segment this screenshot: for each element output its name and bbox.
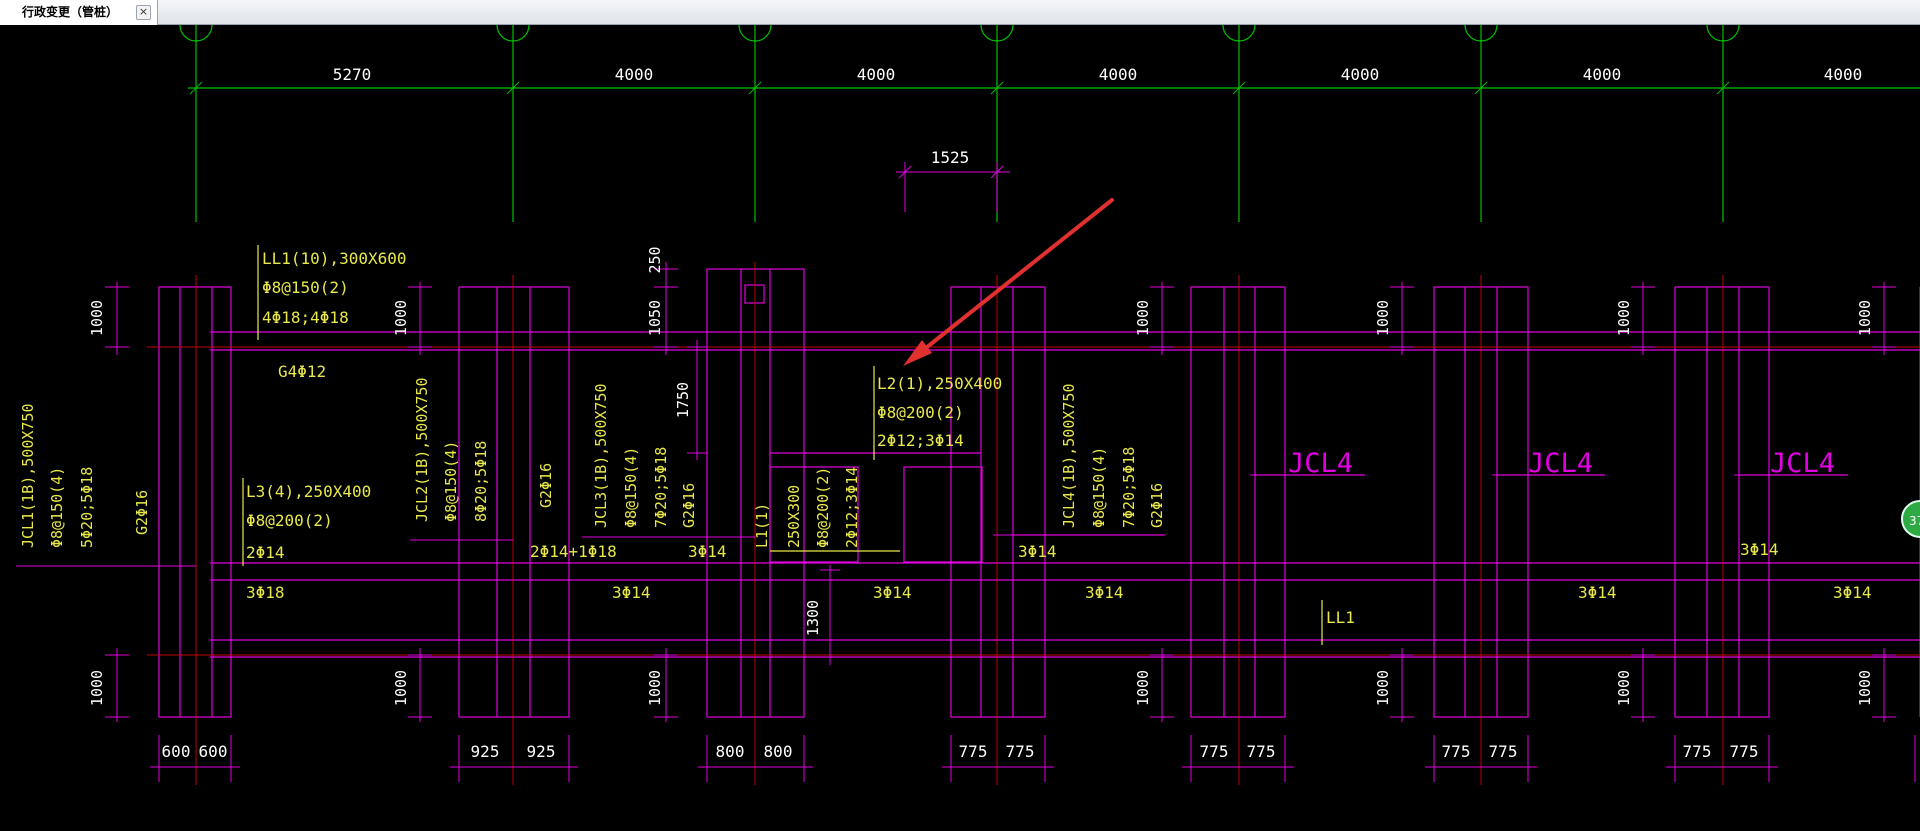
- dim-b-4: 925: [527, 742, 556, 761]
- dim-v-1000-m: 1000: [1856, 670, 1874, 706]
- tab-document[interactable]: 行政变更（管桩） ×: [0, 0, 158, 25]
- bar-3-14-c: 3Φ14: [873, 583, 912, 602]
- bar-3-14-a: 3Φ14: [612, 583, 651, 602]
- dim-v-1000-f: 1000: [1134, 300, 1152, 336]
- l1-section: 250X300: [785, 485, 803, 548]
- jcl3-rebar: 7Φ20;5Φ18: [652, 447, 670, 528]
- g4-label: G4Φ12: [278, 362, 326, 381]
- ll1-section: LL1(10),300X600: [262, 249, 407, 268]
- bar-3-18: 3Φ18: [246, 583, 285, 602]
- jcl4-large-labels: JCL4 JCL4 JCL4: [1288, 448, 1835, 479]
- dim-b-5: 800: [716, 742, 745, 761]
- l1-rebar: 2Φ12;3Φ14: [843, 467, 861, 548]
- dim-1525-line: [896, 162, 1010, 212]
- dim-b-10: 775: [1247, 742, 1276, 761]
- tab-title: 行政变更（管桩）: [22, 5, 119, 19]
- dim-v-1000-g: 1000: [1134, 670, 1152, 706]
- jcl4-rebar: 7Φ20;5Φ18: [1120, 447, 1138, 528]
- dim-1525: 1525: [931, 148, 970, 167]
- dim-top-3: 4000: [857, 65, 896, 84]
- close-icon[interactable]: ×: [136, 5, 151, 20]
- dim-top-6: 4000: [1583, 65, 1622, 84]
- dim-b-12: 775: [1489, 742, 1518, 761]
- jcl3-stirrup: Φ8@150(4): [622, 447, 640, 528]
- top-dimension-labels: 5270 4000 4000 4000 4000 4000 4000: [333, 65, 1863, 84]
- l3-section: L3(4),250X400: [246, 482, 371, 501]
- dim-v-1000-l: 1000: [1856, 300, 1874, 336]
- jcl4-label-3: JCL4: [1770, 448, 1835, 479]
- jcl2-rebar: 8Φ20;5Φ18: [472, 441, 490, 522]
- l3-rebar: 2Φ14: [246, 543, 285, 562]
- dim-v-1000-h: 1000: [1374, 300, 1392, 336]
- dim-top-4: 4000: [1099, 65, 1138, 84]
- dim-b-9: 775: [1200, 742, 1229, 761]
- dim-v-1300: 1300: [804, 600, 822, 636]
- dim-b-7: 775: [959, 742, 988, 761]
- g2-4: G2Φ16: [1148, 483, 1166, 528]
- l3-stirrup: Φ8@200(2): [246, 511, 333, 530]
- bar-2-14-18: 2Φ14+1Φ18: [530, 542, 617, 561]
- bar-3-14-b: 3Φ14: [688, 542, 727, 561]
- l2-rebar: 2Φ12;3Φ14: [877, 431, 964, 450]
- l1-stirrup: Φ8@200(2): [814, 467, 832, 548]
- dim-top-1: 5270: [333, 65, 372, 84]
- dim-v-1750: 1750: [674, 382, 692, 418]
- g2-1: G2Φ16: [133, 490, 151, 535]
- dim-v-1000-a: 1000: [88, 300, 106, 336]
- ll1-rebar: 4Φ18;4Φ18: [262, 308, 349, 327]
- g2-2: G2Φ16: [537, 463, 555, 508]
- axis-lines: [147, 262, 1920, 785]
- dim-b-1: 600: [162, 742, 191, 761]
- bar-3-14-e: 3Φ14: [1085, 583, 1124, 602]
- jcl4-section: JCL4(1B),500X750: [1060, 384, 1078, 529]
- dim-b-8: 775: [1006, 742, 1035, 761]
- jcl4-label-1: JCL4: [1288, 448, 1353, 479]
- bar-3-14-f: 3Φ14: [1578, 583, 1617, 602]
- jcl4-label-2: JCL4: [1528, 448, 1593, 479]
- dim-v-1000-b: 1000: [88, 670, 106, 706]
- dim-v-1000-k: 1000: [1615, 670, 1633, 706]
- g2-3: G2Φ16: [680, 483, 698, 528]
- dim-v-1000-j: 1000: [1615, 300, 1633, 336]
- dim-b-13: 775: [1683, 742, 1712, 761]
- dim-b-6: 800: [764, 742, 793, 761]
- bar-3-14-g: 3Φ14: [1740, 540, 1779, 559]
- dim-b-3: 925: [471, 742, 500, 761]
- dim-v-1050: 1050: [646, 300, 664, 336]
- jcl3-section: JCL3(1B),500X750: [592, 384, 610, 529]
- bottom-dimension-labels: 600 600 925 925 800 800 775 775 775 775 …: [162, 742, 1759, 761]
- ll1-small: LL1: [1326, 608, 1355, 627]
- rotated-annotations: JCL1(1B),500X750 Φ8@150(4) 5Φ20;5Φ18 G2Φ…: [19, 378, 1166, 549]
- dim-v-1000-e: 1000: [646, 670, 664, 706]
- dim-top-2: 4000: [615, 65, 654, 84]
- jcl2-stirrup: Φ8@150(4): [442, 441, 460, 522]
- l1-label: L1(1): [753, 503, 771, 548]
- dim-top-7: 4000: [1824, 65, 1863, 84]
- jcl4-stirrup: Φ8@150(4): [1090, 447, 1108, 528]
- jcl1-stirrup: Φ8@150(4): [48, 467, 66, 548]
- dim-v-250: 250: [646, 246, 664, 273]
- cad-drawing-canvas[interactable]: 5270 4000 4000 4000 4000 4000 4000 1525: [0, 25, 1920, 831]
- l2-section: L2(1),250X400: [877, 374, 1002, 393]
- dim-v-1000-i: 1000: [1374, 670, 1392, 706]
- dim-b-14: 775: [1730, 742, 1759, 761]
- dim-b-11: 775: [1442, 742, 1471, 761]
- bar-3-14-h: 3Φ14: [1833, 583, 1872, 602]
- jcl2-section: JCL2(1B),500X750: [413, 378, 431, 523]
- dim-b-2: 600: [199, 742, 228, 761]
- dim-top-5: 4000: [1341, 65, 1380, 84]
- l2-stirrup: Φ8@200(2): [877, 403, 964, 422]
- ll1-stirrup: Φ8@150(2): [262, 278, 349, 297]
- jcl1-rebar: 5Φ20;5Φ18: [78, 467, 96, 548]
- bar-3-14-d: 3Φ14: [1018, 542, 1057, 561]
- arrow-annotation: [903, 198, 1114, 366]
- dim-v-1000-c: 1000: [392, 300, 410, 336]
- top-axis-grid: [179, 25, 1920, 222]
- dim-v-1000-d: 1000: [392, 670, 410, 706]
- jcl1-section: JCL1(1B),500X750: [19, 404, 37, 549]
- document-tab-bar: 行政变更（管桩） ×: [0, 0, 1920, 25]
